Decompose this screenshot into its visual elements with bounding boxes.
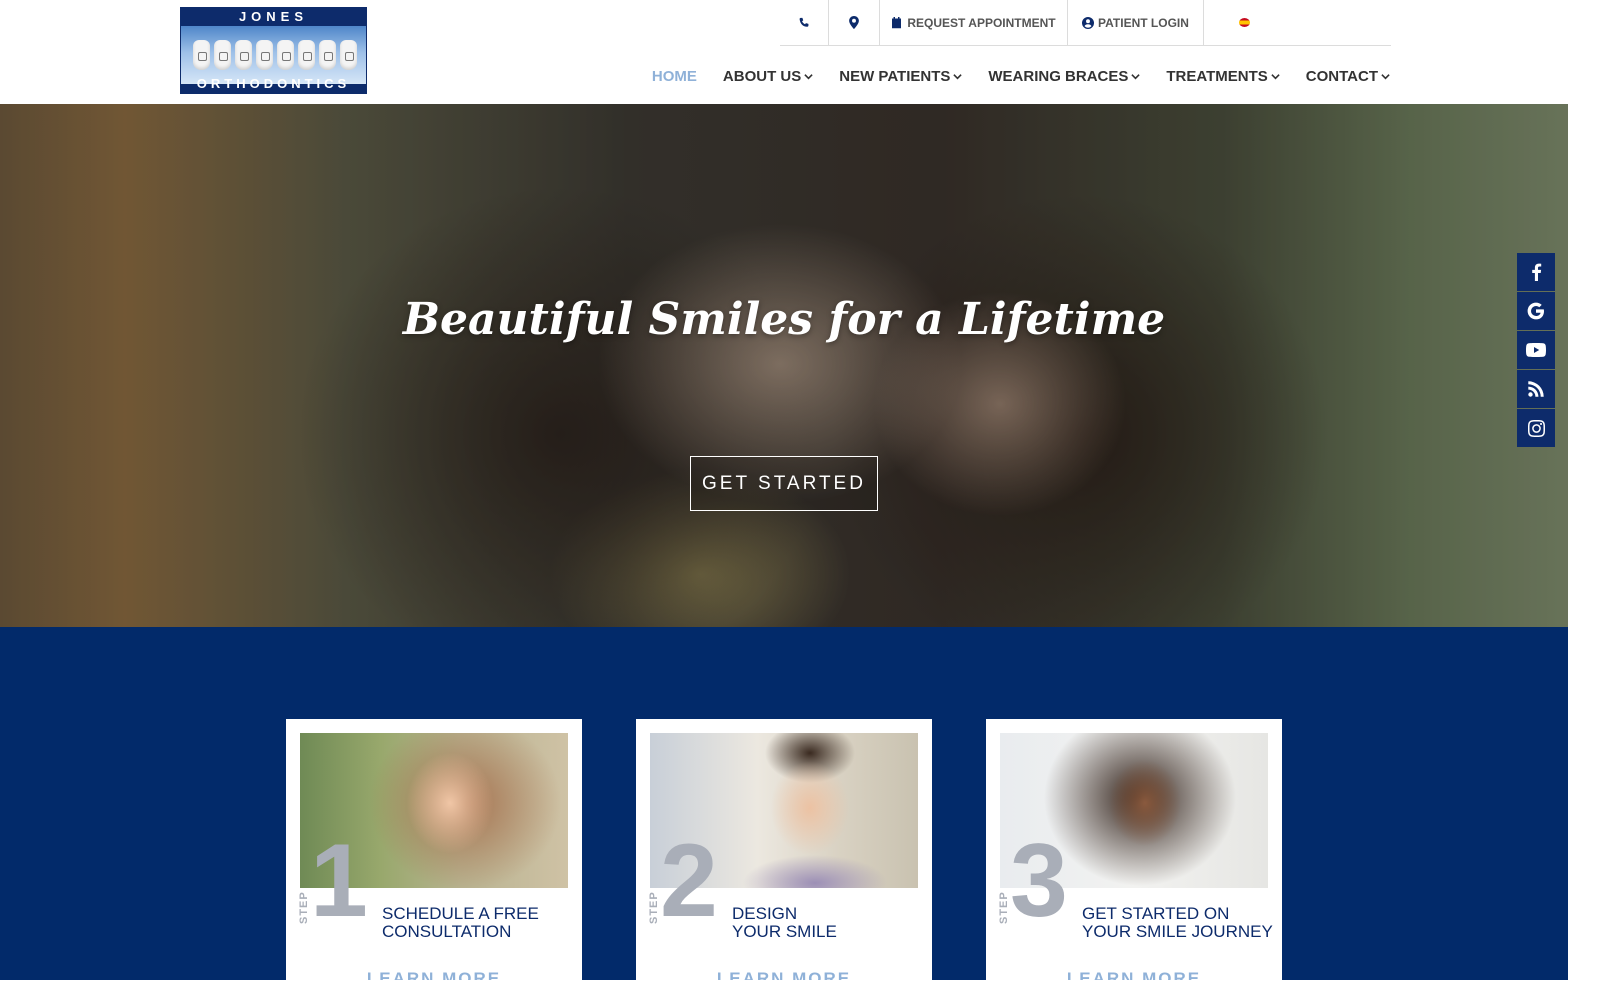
- google-link[interactable]: [1517, 292, 1555, 330]
- patient-login-label: PATIENT LOGIN: [1098, 15, 1189, 30]
- step-2-word: STEP: [648, 891, 660, 924]
- step-2-line-1: DESIGN: [732, 904, 798, 923]
- chevron-down-icon: [1131, 73, 1141, 79]
- nav-treatments[interactable]: TREATMENTS: [1166, 67, 1280, 85]
- youtube-icon: [1526, 343, 1546, 357]
- site-header: JONES ORTHODONTICS REQUEST APPOINTMENT P…: [0, 0, 1568, 104]
- request-appointment-label: REQUEST APPOINTMENT: [907, 15, 1056, 30]
- step-1-line-2: CONSULTATION: [382, 922, 512, 941]
- user-circle-icon: [1082, 16, 1095, 29]
- facebook-link[interactable]: [1517, 253, 1555, 291]
- step-1-line-1: SCHEDULE A FREE: [382, 904, 539, 923]
- nav-contact-label: CONTACT: [1305, 67, 1378, 85]
- hero-photo: [0, 104, 1568, 627]
- step-3-line-1: GET STARTED ON: [1082, 904, 1230, 923]
- nav-about-us[interactable]: ABOUT US: [723, 68, 813, 85]
- step-3-word: STEP: [998, 891, 1010, 924]
- get-started-button[interactable]: GET STARTED: [690, 456, 878, 511]
- phone-button[interactable]: [780, 0, 829, 45]
- social-sidebar: [1517, 253, 1555, 447]
- hero-title: Beautiful Smiles for a Lifetime: [402, 294, 1166, 345]
- hero-banner: Beautiful Smiles for a Lifetime GET STAR…: [0, 104, 1568, 627]
- step-card-3[interactable]: 3 STEP GET STARTED ON YOUR SMILE JOURNEY…: [986, 719, 1282, 980]
- step-1-word: STEP: [298, 891, 310, 924]
- nav-home[interactable]: HOME: [652, 68, 697, 85]
- step-3-number: 3: [1010, 823, 1068, 939]
- step-3-title: GET STARTED ON YOUR SMILE JOURNEY: [1082, 905, 1273, 941]
- nav-about-us-label: ABOUT US: [722, 67, 802, 85]
- chevron-down-icon: [1381, 73, 1390, 79]
- step-card-2[interactable]: 2 STEP DESIGN YOUR SMILE LEARN MORE: [636, 719, 932, 980]
- instagram-link[interactable]: [1517, 409, 1555, 447]
- nav-home-label: HOME: [651, 67, 697, 85]
- facebook-icon: [1531, 263, 1541, 281]
- spain-flag-icon: [1238, 18, 1250, 27]
- instagram-icon: [1527, 419, 1545, 437]
- step-2-number: 2: [660, 823, 718, 939]
- step-1-number: 1: [310, 823, 368, 939]
- utility-bar: REQUEST APPOINTMENT PATIENT LOGIN: [780, 0, 1391, 46]
- nav-new-patients[interactable]: NEW PATIENTS: [839, 67, 963, 85]
- step-3-line-2: YOUR SMILE JOURNEY: [1082, 922, 1273, 941]
- nav-contact[interactable]: CONTACT: [1306, 68, 1390, 85]
- steps-section: 1 STEP SCHEDULE A FREE CONSULTATION LEAR…: [0, 627, 1568, 980]
- nav-wearing-braces[interactable]: WEARING BRACES: [988, 67, 1141, 85]
- chevron-down-icon: [953, 73, 963, 79]
- chevron-down-icon: [804, 73, 813, 79]
- nav-treatments-label: TREATMENTS: [1166, 67, 1268, 85]
- step-2-learn-more[interactable]: LEARN MORE: [636, 969, 932, 980]
- step-1-learn-more[interactable]: LEARN MORE: [286, 969, 582, 980]
- step-1-title: SCHEDULE A FREE CONSULTATION: [382, 905, 539, 941]
- step-2-line-2: YOUR SMILE: [732, 922, 837, 941]
- google-icon: [1527, 302, 1544, 320]
- youtube-link[interactable]: [1517, 331, 1555, 369]
- nav-wearing-braces-label: WEARING BRACES: [988, 67, 1129, 85]
- patient-login-link[interactable]: PATIENT LOGIN: [1068, 0, 1204, 45]
- calendar-icon: [892, 16, 902, 28]
- step-card-1[interactable]: 1 STEP SCHEDULE A FREE CONSULTATION LEAR…: [286, 719, 582, 980]
- page: JONES ORTHODONTICS REQUEST APPOINTMENT P…: [0, 0, 1568, 980]
- location-button[interactable]: [829, 0, 880, 45]
- nav-new-patients-label: NEW PATIENTS: [839, 67, 951, 85]
- chevron-down-icon: [1271, 73, 1280, 79]
- logo-top-text: JONES: [238, 9, 309, 24]
- rss-icon: [1528, 381, 1544, 397]
- logo[interactable]: JONES ORTHODONTICS: [180, 7, 367, 94]
- request-appointment-link[interactable]: REQUEST APPOINTMENT: [880, 0, 1068, 45]
- main-nav: HOME ABOUT US NEW PATIENTS WEARING BRACE…: [652, 64, 1390, 88]
- step-3-learn-more[interactable]: LEARN MORE: [986, 969, 1282, 980]
- rss-link[interactable]: [1517, 370, 1555, 408]
- phone-icon: [799, 17, 809, 27]
- map-marker-icon: [849, 16, 859, 29]
- logo-bottom-text: ORTHODONTICS: [196, 76, 351, 91]
- step-2-title: DESIGN YOUR SMILE: [732, 905, 837, 941]
- language-switch[interactable]: [1204, 0, 1284, 45]
